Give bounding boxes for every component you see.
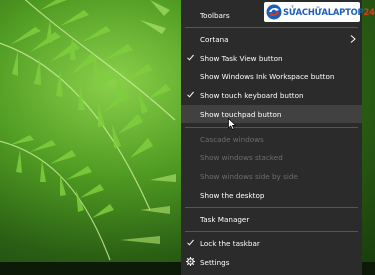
menu-item-label: Cortana bbox=[200, 34, 229, 44]
menu-item-label: Toolbars bbox=[200, 10, 230, 20]
menu-item-cortana[interactable]: Cortana bbox=[181, 30, 362, 48]
menu-item-show-desktop[interactable]: Show the desktop bbox=[181, 186, 362, 204]
menu-item-show-ink-workspace[interactable]: Show Windows Ink Workspace button bbox=[181, 67, 362, 85]
menu-item-task-manager[interactable]: Task Manager bbox=[181, 210, 362, 228]
menu-item-label: Lock the taskbar bbox=[200, 238, 260, 248]
checkmark-icon bbox=[187, 91, 194, 98]
menu-item-label: Settings bbox=[200, 257, 230, 267]
menu-item-windows-side-by-side: Show windows side by side bbox=[181, 167, 362, 185]
menu-separator bbox=[185, 127, 358, 128]
menu-item-label: Show Task View button bbox=[200, 53, 283, 63]
menu-item-show-touchpad[interactable]: Show touchpad button bbox=[181, 105, 362, 123]
menu-item-show-touch-keyboard[interactable]: Show touch keyboard button bbox=[181, 86, 362, 104]
menu-item-label: Show touch keyboard button bbox=[200, 90, 304, 100]
chevron-right-icon bbox=[350, 35, 356, 43]
logo-mark-icon bbox=[266, 4, 282, 20]
menu-item-settings[interactable]: Settings bbox=[181, 253, 362, 271]
checkmark-icon bbox=[187, 239, 194, 246]
menu-separator bbox=[185, 207, 358, 208]
watermark-logo: SỬACHỮALAPTOP24h bbox=[264, 2, 375, 22]
menu-separator bbox=[185, 27, 358, 28]
gear-icon bbox=[186, 257, 195, 266]
menu-item-show-task-view[interactable]: Show Task View button bbox=[181, 49, 362, 67]
menu-item-label: Show touchpad button bbox=[200, 109, 282, 119]
taskbar-context-menu: Toolbars Cortana Show Task View button S… bbox=[181, 0, 362, 275]
menu-item-label: Show windows stacked bbox=[200, 152, 283, 162]
menu-item-label: Show Windows Ink Workspace button bbox=[200, 71, 335, 81]
menu-item-label: Show windows side by side bbox=[200, 171, 298, 181]
mouse-cursor-icon bbox=[228, 118, 236, 130]
menu-item-label: Cascade windows bbox=[200, 134, 264, 144]
menu-item-label: Show the desktop bbox=[200, 190, 265, 200]
menu-item-label: Task Manager bbox=[200, 214, 250, 224]
logo-text-suffix: 24h bbox=[363, 7, 375, 17]
menu-item-windows-stacked: Show windows stacked bbox=[181, 148, 362, 166]
logo-text: SỬACHỮALAPTOP24h bbox=[283, 7, 375, 17]
checkmark-icon bbox=[187, 54, 194, 61]
menu-item-lock-taskbar[interactable]: Lock the taskbar bbox=[181, 234, 362, 252]
logo-text-main: SỬACHỮALAPTOP bbox=[283, 7, 364, 17]
menu-item-cascade-windows: Cascade windows bbox=[181, 130, 362, 148]
menu-separator bbox=[185, 231, 358, 232]
